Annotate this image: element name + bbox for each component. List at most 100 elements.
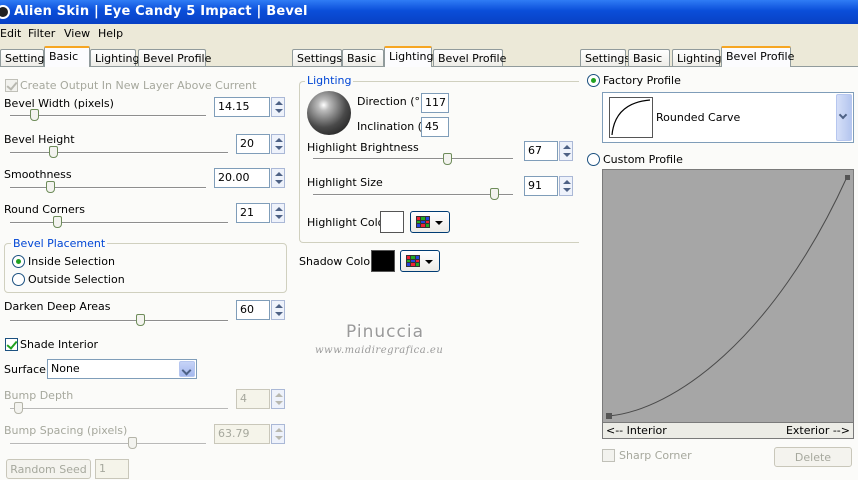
spin-up-icon xyxy=(275,304,283,308)
menu-edit[interactable]: Edit xyxy=(0,27,21,40)
custom-profile-radio[interactable] xyxy=(587,153,600,166)
dropdown-arrow-icon xyxy=(435,221,443,225)
smoothness-field[interactable]: 20.00 xyxy=(214,168,270,188)
shadow-color-swatch[interactable] xyxy=(371,250,395,272)
bump-depth-spinner[interactable] xyxy=(271,389,285,409)
shadow-color-picker-button[interactable] xyxy=(400,250,440,272)
highlight-size-slider-thumb[interactable] xyxy=(490,188,499,200)
tab-settings[interactable]: Settings xyxy=(292,49,342,67)
light-direction-sphere[interactable] xyxy=(307,91,351,135)
smoothness-spinner[interactable] xyxy=(271,168,285,188)
highlight-brightness-spinner[interactable] xyxy=(559,141,573,161)
highlight-brightness-label: Highlight Brightness xyxy=(307,141,419,154)
tab-basic[interactable]: Basic xyxy=(628,49,670,67)
tab-lighting[interactable]: Lighting xyxy=(90,49,139,67)
bump-spacing-slider[interactable] xyxy=(10,443,206,445)
bevel-height-label: Bevel Height xyxy=(4,133,75,146)
bevel-profile-panel: Settings Basic Lighting Bevel Profile Fa… xyxy=(579,44,858,480)
bump-depth-slider-thumb[interactable] xyxy=(14,402,23,414)
highlight-size-slider[interactable] xyxy=(313,194,513,196)
watermark-name: Pinuccia xyxy=(346,322,424,342)
bevel-height-slider-thumb[interactable] xyxy=(49,146,58,158)
spin-up-icon xyxy=(563,180,571,184)
menu-help[interactable]: Help xyxy=(98,27,123,40)
tab-bevel-profile[interactable]: Bevel Profile xyxy=(138,49,211,67)
bump-spacing-label: Bump Spacing (pixels) xyxy=(4,424,128,437)
factory-profile-select[interactable]: Rounded Carve xyxy=(602,92,854,143)
basic-panel: Settings Basic Lighting Bevel Profile Cr… xyxy=(0,44,291,480)
highlight-brightness-slider-thumb[interactable] xyxy=(443,153,452,165)
bump-spacing-spinner[interactable] xyxy=(271,424,285,444)
round-corners-field[interactable]: 21 xyxy=(236,203,270,223)
bevel-width-field[interactable]: 14.15 xyxy=(214,97,270,117)
bevel-height-slider[interactable] xyxy=(10,152,228,154)
darken-deep-areas-slider[interactable] xyxy=(10,320,228,322)
highlight-size-spinner[interactable] xyxy=(559,176,573,196)
highlight-brightness-field[interactable]: 67 xyxy=(524,141,558,161)
smoothness-slider-thumb[interactable] xyxy=(46,181,55,193)
smoothness-slider[interactable] xyxy=(10,187,206,189)
highlight-size-label: Highlight Size xyxy=(307,176,383,189)
tab-lighting[interactable]: Lighting xyxy=(384,46,433,67)
tab-settings[interactable]: Settings xyxy=(580,49,630,67)
bevel-width-slider-thumb[interactable] xyxy=(30,109,39,121)
sharp-corner-checkbox[interactable] xyxy=(602,449,615,462)
create-output-checkbox[interactable] xyxy=(5,79,18,92)
round-corners-slider[interactable] xyxy=(10,222,228,224)
darken-deep-areas-spinner[interactable] xyxy=(271,300,285,320)
window-title: Alien Skin | Eye Candy 5 Impact | Bevel xyxy=(14,4,308,19)
tab-basic[interactable]: Basic xyxy=(342,49,384,67)
surface-select[interactable]: None xyxy=(47,359,197,379)
tab-lighting[interactable]: Lighting xyxy=(672,49,721,67)
highlight-color-swatch[interactable] xyxy=(380,211,404,233)
spin-down-icon xyxy=(563,153,571,157)
chevron-down-icon[interactable] xyxy=(179,361,195,377)
sharp-corner-label: Sharp Corner xyxy=(619,449,692,462)
darken-deep-areas-field[interactable]: 60 xyxy=(236,300,270,320)
round-corners-slider-thumb[interactable] xyxy=(53,216,62,228)
shade-interior-checkbox[interactable] xyxy=(5,338,18,351)
highlight-brightness-slider[interactable] xyxy=(313,158,513,160)
random-seed-field[interactable]: 1 xyxy=(95,459,129,479)
shade-interior-label: Shade Interior xyxy=(20,338,99,351)
bump-depth-field[interactable]: 4 xyxy=(236,389,270,409)
tab-bevel-profile[interactable]: Bevel Profile xyxy=(433,49,506,67)
tab-bevel-profile[interactable]: Bevel Profile xyxy=(721,46,794,67)
middle-tabstrip: Settings Basic Lighting Bevel Profile xyxy=(291,44,579,67)
factory-profile-radio[interactable] xyxy=(587,74,600,87)
profile-curve-graph[interactable] xyxy=(603,170,853,422)
chevron-down-icon xyxy=(838,110,848,120)
menu-filter[interactable]: Filter xyxy=(28,27,55,40)
curve-start-handle[interactable] xyxy=(606,413,612,419)
round-corners-spinner[interactable] xyxy=(271,203,285,223)
bevel-width-slider[interactable] xyxy=(10,115,206,117)
bump-depth-slider[interactable] xyxy=(10,408,228,410)
inclination-field[interactable]: 45 xyxy=(421,117,449,137)
tab-basic[interactable]: Basic xyxy=(44,46,90,67)
direction-field[interactable]: 117 xyxy=(421,93,449,113)
bevel-height-spinner[interactable] xyxy=(271,134,285,154)
bump-spacing-field[interactable]: 63.79 xyxy=(214,424,270,444)
outside-selection-radio[interactable] xyxy=(12,273,25,286)
profile-dropdown-button[interactable] xyxy=(836,94,852,141)
delete-button[interactable]: Delete xyxy=(774,447,852,467)
random-seed-button[interactable]: Random Seed xyxy=(6,459,91,479)
highlight-size-field[interactable]: 91 xyxy=(524,176,558,196)
factory-profile-label: Factory Profile xyxy=(603,74,681,87)
highlight-color-picker-button[interactable] xyxy=(410,211,450,233)
profile-curve-editor[interactable]: <-- Interior Exterior --> xyxy=(602,169,854,439)
inside-selection-radio[interactable] xyxy=(12,255,25,268)
interior-label: <-- Interior xyxy=(606,424,667,437)
menu-view[interactable]: View xyxy=(64,27,90,40)
title-bar: Alien Skin | Eye Candy 5 Impact | Bevel xyxy=(0,0,858,24)
curve-end-handle[interactable] xyxy=(845,175,850,180)
spin-up-icon xyxy=(275,393,283,397)
bump-spacing-slider-thumb[interactable] xyxy=(128,437,137,449)
spin-up-icon xyxy=(275,101,283,105)
darken-deep-areas-slider-thumb[interactable] xyxy=(136,314,145,326)
tab-settings[interactable]: Settings xyxy=(0,49,50,67)
profile-axis-bar: <-- Interior Exterior --> xyxy=(603,422,853,438)
bevel-width-spinner[interactable] xyxy=(271,97,285,117)
bevel-height-field[interactable]: 20 xyxy=(236,134,270,154)
custom-profile-label: Custom Profile xyxy=(603,153,683,166)
